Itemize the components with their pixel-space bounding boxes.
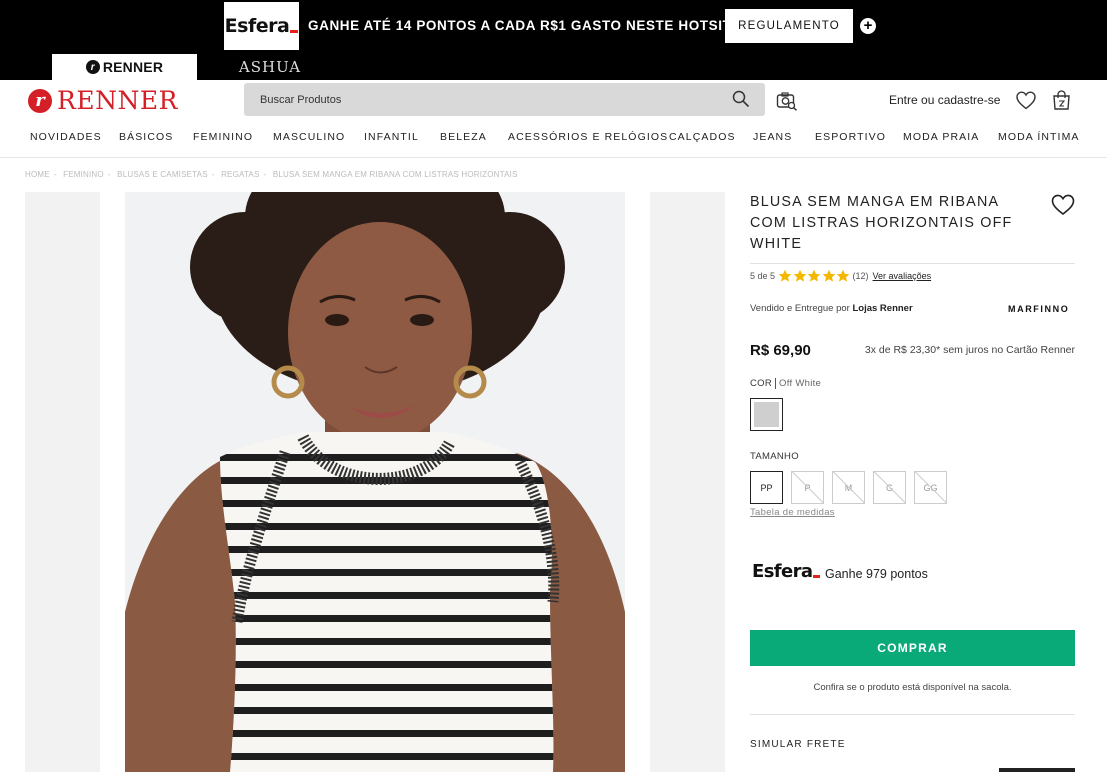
reviews-link[interactable]: Ver avaliações (873, 271, 932, 281)
promo-banner: Esfera GANHE ATÉ 14 PONTOS A CADA R$1 GA… (0, 0, 1107, 80)
product-title: BLUSA SEM MANGA EM RIBANA COM LISTRAS HO… (750, 194, 1013, 252)
product-photo-illustration (125, 192, 625, 772)
search-input[interactable] (244, 83, 765, 116)
tab-ashua[interactable]: ASHUA (230, 54, 310, 80)
nav-item-moda-intima[interactable]: MODA ÍNTIMA (998, 131, 1080, 143)
wishlist-heart-icon[interactable] (1016, 91, 1036, 110)
size-label: TAMANHO (750, 451, 799, 462)
product-rating: 5 de 5 (12) Ver avaliações (750, 269, 931, 283)
nav-item-jeans[interactable]: JEANS (753, 131, 792, 143)
esfera-logo-text: Esfera (224, 15, 290, 37)
gallery-prev-image[interactable] (25, 192, 100, 772)
size-option-gg[interactable]: GG (914, 471, 947, 504)
nav-item-feminino[interactable]: FEMININO (193, 131, 253, 143)
size-option-label: M (844, 482, 853, 493)
nav-item-infantil[interactable]: INFANTIL (364, 131, 419, 143)
gallery-next-image[interactable] (650, 192, 725, 772)
tab-renner[interactable]: r RENNER (52, 54, 197, 80)
product-main-image[interactable] (125, 192, 625, 772)
rating-text: 5 de 5 (750, 271, 776, 281)
renner-logo-text: RENNER (57, 86, 178, 115)
login-link[interactable]: Entre ou cadastre-se (889, 93, 1000, 107)
seller-prefix: Vendido e Entregue por (750, 303, 850, 314)
divider (750, 263, 1075, 264)
star-icon (836, 269, 850, 282)
esfera-points-logo: Esfera (752, 561, 821, 582)
buy-button[interactable]: COMPRAR (750, 630, 1075, 666)
renner-logo-icon: r (28, 88, 52, 113)
size-option-p[interactable]: P (791, 471, 824, 504)
esfera-points-logo-text: Esfera (752, 561, 813, 582)
brand-logo[interactable]: MARFINNO (1008, 304, 1069, 314)
nav-item-moda-praia[interactable]: MODA PRAIA (903, 131, 979, 143)
favorite-heart-icon[interactable] (1051, 194, 1075, 216)
breadcrumb-item[interactable]: HOME (25, 170, 50, 179)
breadcrumb-item-current: BLUSA SEM MANGA EM RIBANA COM LISTRAS HO… (272, 170, 518, 179)
search-bar (244, 83, 765, 116)
nav-item-esportivo[interactable]: ESPORTIVO (815, 131, 886, 143)
breadcrumb-item[interactable]: BLUSAS E CAMISETAS (117, 170, 208, 179)
category-nav: NOVIDADES BÁSICOS FEMININO MASCULINO INF… (0, 120, 1107, 158)
promo-text: GANHE ATÉ 14 PONTOS A CADA R$1 GASTO NES… (308, 18, 742, 33)
star-icon (793, 269, 806, 282)
search-icon[interactable] (732, 90, 750, 108)
star-icon (778, 269, 792, 282)
tab-renner-label: RENNER (102, 59, 164, 75)
seller-name[interactable]: Lojas Renner (852, 303, 912, 314)
product-price: R$ 69,90 (750, 342, 811, 359)
color-label: COR Off White (750, 378, 822, 389)
swatch-fill (754, 402, 779, 427)
breadcrumb-item[interactable]: REGATAS (221, 170, 259, 179)
nav-item-beleza[interactable]: BELEZA (440, 131, 487, 143)
color-swatch-off-white[interactable] (750, 398, 783, 431)
points-text: Ganhe 979 pontos (825, 567, 928, 581)
size-option-label: GG (923, 482, 938, 493)
nav-item-calcados[interactable]: CALÇADOS (669, 131, 736, 143)
plus-icon[interactable]: + (860, 18, 876, 34)
color-value: Off White (775, 378, 822, 389)
size-option-label: G (885, 482, 893, 493)
review-count: (12) (852, 271, 869, 281)
star-icon (822, 269, 835, 282)
esfera-logo[interactable]: Esfera (224, 2, 299, 50)
availability-note: Confira se o produto está disponível na … (813, 682, 1012, 693)
breadcrumb: HOME - FEMININO - BLUSAS E CAMISETAS - REGA… (25, 170, 518, 179)
shopping-bag-icon[interactable] (1052, 90, 1071, 110)
regulamento-button[interactable]: REGULAMENTO (725, 9, 853, 43)
renner-logo[interactable]: r RENNER (28, 86, 178, 115)
size-option-m[interactable]: M (832, 471, 865, 504)
rating-stars (778, 269, 851, 283)
nav-item-acessorios[interactable]: ACESSÓRIOS E RELÓGIOS (508, 131, 668, 143)
breadcrumb-item[interactable]: FEMININO (63, 170, 104, 179)
size-table-link[interactable]: Tabela de medidas (750, 507, 835, 518)
renner-mini-icon: r (85, 60, 100, 74)
nav-item-basicos[interactable]: BÁSICOS (119, 131, 173, 143)
installments-info: 3x de R$ 23,30* sem juros no Cartão Renn… (864, 344, 1075, 356)
size-option-label: P (804, 482, 811, 493)
camera-search-icon[interactable] (776, 91, 798, 111)
star-icon (807, 269, 821, 282)
size-option-pp[interactable]: PP (750, 471, 783, 504)
color-label-text: COR (750, 378, 773, 389)
nav-item-masculino[interactable]: MASCULINO (273, 131, 345, 143)
shipping-simulator-label: SIMULAR FRETE (750, 739, 846, 750)
seller-info: Vendido e Entregue por Lojas Renner (750, 303, 913, 314)
shipping-input[interactable] (999, 768, 1075, 772)
size-option-g[interactable]: G (873, 471, 906, 504)
nav-item-novidades[interactable]: NOVIDADES (30, 131, 102, 143)
site-header: r RENNER Entre ou cadastre-se (0, 80, 1107, 120)
divider (750, 714, 1075, 715)
